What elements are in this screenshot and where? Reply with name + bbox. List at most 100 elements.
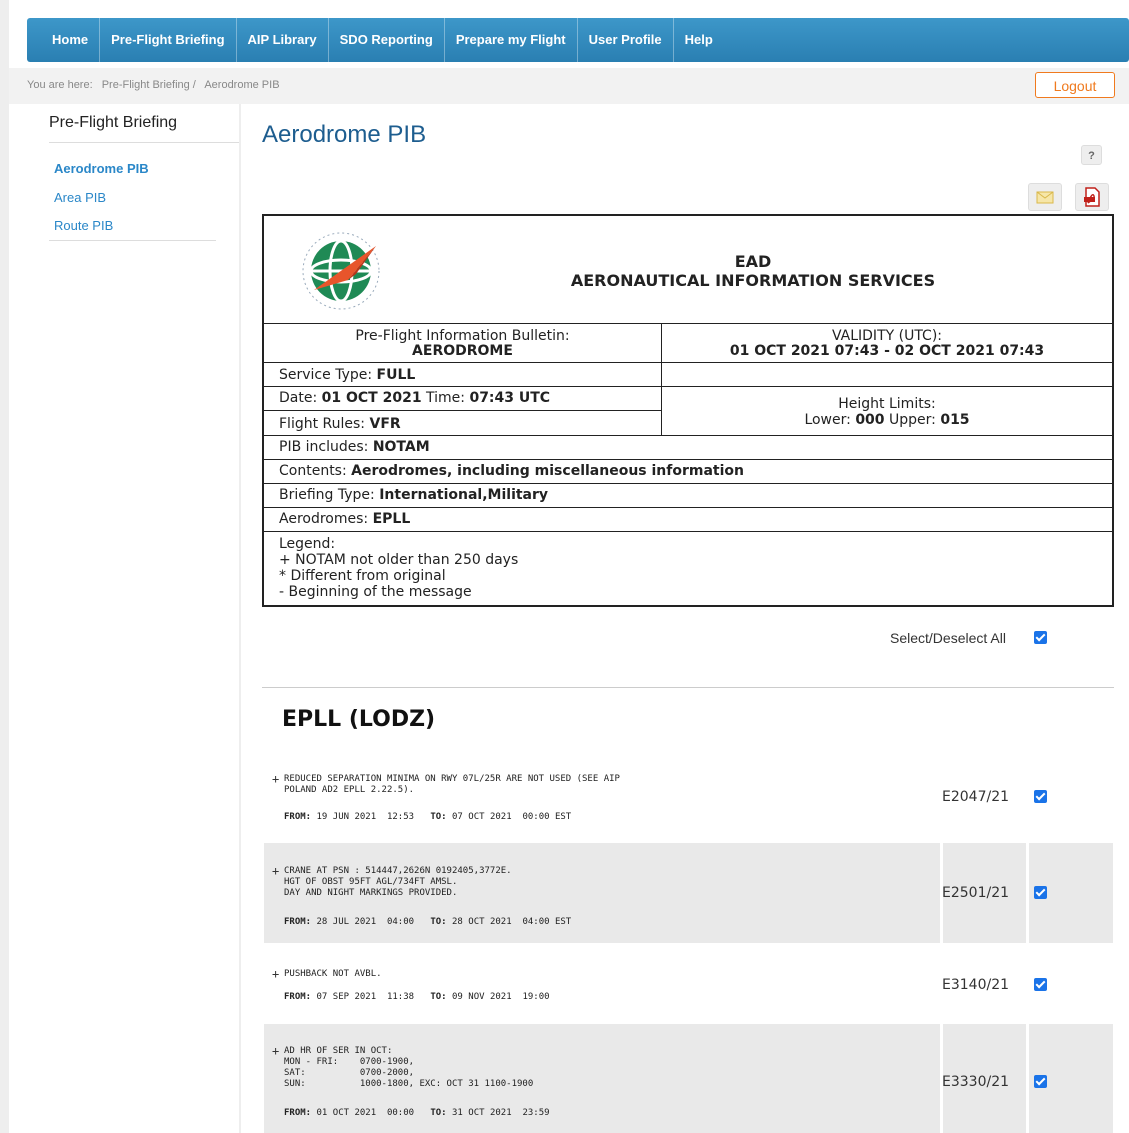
notam-period: FROM: 19 JUN 2021 12:53 TO: 07 OCT 2021 … (284, 812, 571, 822)
notam-id: E3330/21 (942, 1074, 1010, 1090)
org-name: EAD AERONAUTICAL INFORMATION SERVICES (464, 252, 1042, 290)
flight-rules-cell: Flight Rules: VFR (264, 411, 662, 436)
pib-value: AERODROME (412, 343, 513, 359)
lower-value: 000 (855, 412, 885, 428)
validity-cell: VALIDITY (UTC): 01 OCT 2021 07:43 - 02 O… (662, 323, 1112, 362)
bulletin-header: EAD AERONAUTICAL INFORMATION SERVICES (264, 216, 1112, 324)
nav-pre-flight-briefing[interactable]: Pre-Flight Briefing (100, 18, 237, 62)
breadcrumb-item-pre-flight-briefing[interactable]: Pre-Flight Briefing / (102, 79, 196, 91)
to-label: TO: (430, 917, 447, 927)
nav-help[interactable]: Help (674, 18, 724, 62)
height-label: Height Limits: (838, 396, 936, 412)
upper-value: 015 (940, 412, 970, 428)
notam-row: + PUSHBACK NOT AVBL. FROM: 07 SEP 2021 1… (264, 953, 1113, 1015)
sidebar-item-route-pib[interactable]: Route PIB (54, 218, 113, 233)
pib-label: Pre-Flight Information Bulletin: (355, 328, 570, 344)
empty-cell (662, 363, 1112, 386)
notam-from: 07 SEP 2021 11:38 (316, 992, 415, 1002)
notam-text: AD HR OF SER IN OCT: MON - FRI: 0700-190… (284, 1046, 534, 1089)
service-value: FULL (376, 367, 416, 383)
lower-label: Lower: (804, 412, 851, 428)
row-contents: Contents: Aerodromes, including miscella… (264, 460, 1112, 484)
notam-text: CRANE AT PSN : 514447,2626N 0192405,3772… (284, 866, 512, 898)
logout-button[interactable]: Logout (1035, 72, 1115, 98)
row-aerodromes: Aerodromes: EPLL (264, 508, 1112, 532)
notam-to: 31 OCT 2021 23:59 (452, 1108, 550, 1118)
legend-item-3: - Beginning of the message (279, 584, 472, 600)
notam-checkbox[interactable] (1034, 886, 1047, 899)
includes-value: NOTAM (372, 439, 430, 455)
time-value: 07:43 UTC (469, 390, 551, 406)
breadcrumb-prefix: You are here: (27, 79, 93, 91)
row-pib-validity: Pre-Flight Information Bulletin: AERODRO… (264, 323, 1112, 363)
pdf-icon[interactable] (1075, 183, 1109, 211)
org-line2: AERONAUTICAL INFORMATION SERVICES (570, 271, 936, 290)
cell-divider (1026, 843, 1029, 943)
from-label: FROM: (284, 812, 312, 822)
date-label: Date: (279, 390, 318, 406)
notam-from: 28 JUL 2021 04:00 (316, 917, 415, 927)
notam-period: FROM: 28 JUL 2021 04:00 TO: 28 OCT 2021 … (284, 917, 571, 927)
notam-checkbox[interactable] (1034, 1075, 1047, 1088)
breadcrumb-item-aerodrome-pib: Aerodrome PIB (204, 79, 280, 91)
select-all-checkbox[interactable] (1034, 631, 1047, 644)
left-gutter (0, 0, 9, 1133)
envelope-icon[interactable] (1028, 183, 1062, 211)
notam-to: 28 OCT 2021 04:00 EST (452, 917, 572, 927)
to-label: TO: (430, 812, 447, 822)
nav-user-profile[interactable]: User Profile (578, 18, 674, 62)
sidebar-divider-bottom (49, 240, 216, 241)
ead-globe-logo (296, 228, 386, 314)
notam-id: E2501/21 (942, 885, 1010, 901)
notam-marker: + (272, 772, 280, 786)
height-values: Lower: 000 Upper: 015 (662, 412, 1112, 428)
legend-item-2: * Different from original (279, 568, 446, 584)
nav-sdo-reporting[interactable]: SDO Reporting (329, 18, 445, 62)
notam-id: E3140/21 (942, 977, 1010, 993)
from-label: FROM: (284, 917, 312, 927)
pib-cell: Pre-Flight Information Bulletin: AERODRO… (264, 323, 662, 362)
nav-home[interactable]: Home (41, 18, 101, 62)
date-value: 01 OCT 2021 (321, 390, 422, 406)
notam-marker: + (272, 1044, 280, 1058)
date-cell: Date: 01 OCT 2021 Time: 07:43 UTC (264, 387, 662, 411)
row-pib-includes: PIB includes: NOTAM (264, 436, 1112, 460)
notam-marker: + (272, 864, 280, 878)
org-line1: EAD (734, 252, 772, 271)
row-legend: Legend: + NOTAM not older than 250 days … (264, 532, 1112, 605)
section-divider (262, 687, 1114, 688)
notam-row: + CRANE AT PSN : 514447,2626N 0192405,37… (264, 843, 1113, 943)
main-nav: Home Pre-Flight Briefing AIP Library SDO… (27, 18, 1129, 62)
sidebar-item-aerodrome-pib[interactable]: Aerodrome PIB (54, 161, 149, 176)
notam-checkbox[interactable] (1034, 790, 1047, 803)
rules-label: Flight Rules: (279, 416, 366, 432)
question-icon[interactable]: ? (1081, 145, 1102, 165)
sidebar: Pre-Flight Briefing Aerodrome PIB Area P… (9, 104, 241, 1133)
sidebar-title: Pre-Flight Briefing (49, 114, 178, 131)
from-label: FROM: (284, 992, 312, 1002)
page-title: Aerodrome PIB (262, 121, 427, 148)
aerodromes-label: Aerodromes: (279, 511, 369, 527)
notam-to: 09 NOV 2021 19:00 (452, 992, 550, 1002)
legend-item-1: + NOTAM not older than 250 days (279, 552, 519, 568)
notam-marker: + (272, 967, 280, 981)
legend-title: Legend: (279, 536, 336, 552)
notam-row: + AD HR OF SER IN OCT: MON - FRI: 0700-1… (264, 1024, 1113, 1133)
notam-checkbox[interactable] (1034, 978, 1047, 991)
notam-period: FROM: 01 OCT 2021 00:00 TO: 31 OCT 2021 … (284, 1108, 550, 1118)
breadcrumb: You are here: Pre-Flight Briefing / Aero… (27, 79, 286, 91)
notam-text: REDUCED SEPARATION MINIMA ON RWY 07L/25R… (284, 774, 620, 795)
select-all-label: Select/Deselect All (890, 630, 1006, 646)
notam-from: 01 OCT 2021 00:00 (316, 1108, 415, 1118)
aerodromes-value: EPLL (372, 511, 411, 527)
nav-aip-library[interactable]: AIP Library (237, 18, 329, 62)
notam-to: 07 OCT 2021 00:00 EST (452, 812, 572, 822)
to-label: TO: (430, 992, 447, 1002)
sidebar-item-area-pib[interactable]: Area PIB (54, 190, 106, 205)
validity-value: 01 OCT 2021 07:43 - 02 OCT 2021 07:43 (729, 343, 1045, 359)
row-service-type: Service Type: FULL (264, 363, 1112, 387)
rules-value: VFR (369, 416, 401, 432)
sidebar-divider (49, 142, 239, 143)
briefing-label: Briefing Type: (279, 487, 375, 503)
nav-prepare-my-flight[interactable]: Prepare my Flight (445, 18, 578, 62)
